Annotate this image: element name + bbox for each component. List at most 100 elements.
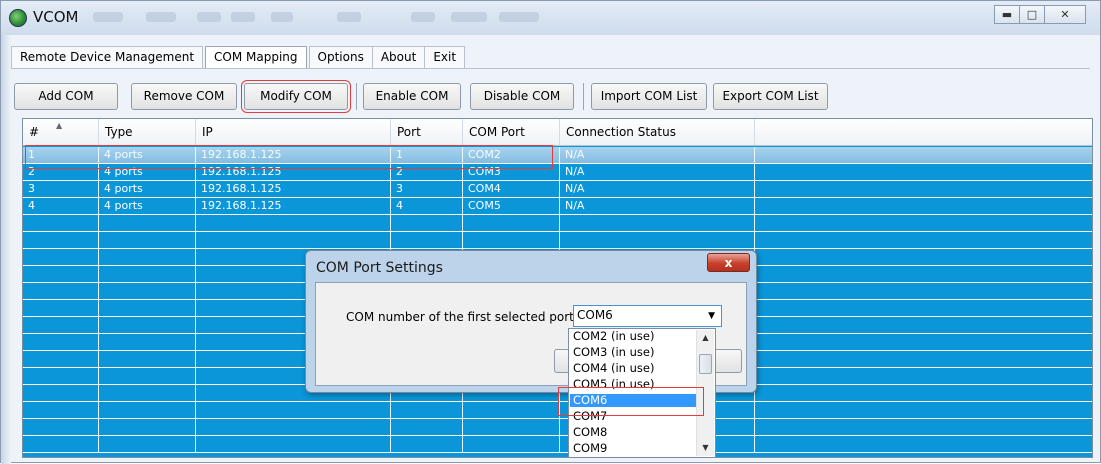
empty-cell <box>23 215 99 231</box>
cell-type: 4 ports <box>99 164 196 180</box>
cell-status: N/A <box>560 147 755 163</box>
com-number-select[interactable]: COM6 ▼ <box>573 305 722 327</box>
empty-cell <box>23 317 99 333</box>
empty-cell <box>755 215 1092 231</box>
cell-com-port: COM5 <box>463 198 560 214</box>
option-com7[interactable]: COM7 <box>570 410 696 423</box>
scroll-down-icon[interactable]: ▼ <box>697 440 714 456</box>
toolbar-separator <box>356 83 357 110</box>
cell-com-port: COM4 <box>463 181 560 197</box>
table-row[interactable]: 3 4 ports 192.168.1.125 3 COM4 N/A <box>23 181 1092 198</box>
close-icon[interactable]: ✕ <box>1044 5 1086 24</box>
tab-com-mapping[interactable]: COM Mapping <box>205 46 307 68</box>
disable-com-button[interactable]: Disable COM <box>470 83 574 110</box>
cell-number: 2 <box>23 164 99 180</box>
empty-cell <box>23 385 99 401</box>
add-com-button[interactable]: Add COM <box>14 83 118 110</box>
empty-cell <box>196 402 391 418</box>
empty-cell <box>196 232 391 248</box>
option-com6[interactable]: COM6 <box>570 394 696 407</box>
empty-cell <box>23 232 99 248</box>
empty-table-row <box>23 402 1092 419</box>
com-number-dropdown-list[interactable]: COM2 (in use) COM3 (in use) COM4 (in use… <box>568 328 716 458</box>
empty-cell <box>196 419 391 435</box>
empty-cell <box>99 385 196 401</box>
sort-ascending-icon: ▲ <box>56 121 63 130</box>
blurred-menu-item <box>146 12 176 22</box>
blurred-menu-item <box>197 12 221 22</box>
cell-status: N/A <box>560 164 755 180</box>
table-row[interactable]: 2 4 ports 192.168.1.125 2 COM3 N/A <box>23 164 1092 181</box>
tab-about[interactable]: About <box>371 46 426 68</box>
minimize-icon[interactable]: ▬ <box>994 5 1020 24</box>
option-com3[interactable]: COM3 (in use) <box>570 346 696 359</box>
empty-cell <box>755 368 1092 384</box>
combo-selected-value: COM6 <box>577 308 613 322</box>
column-header-connection-status[interactable]: Connection Status <box>560 119 755 145</box>
empty-cell <box>463 402 560 418</box>
empty-cell <box>99 232 196 248</box>
dialog-title: COM Port Settings <box>316 260 443 276</box>
option-com4[interactable]: COM4 (in use) <box>570 362 696 375</box>
dialog-close-icon[interactable]: x <box>707 253 750 272</box>
scroll-up-icon[interactable]: ▲ <box>697 330 714 346</box>
cell-ip: 192.168.1.125 <box>196 198 391 214</box>
tab-exit[interactable]: Exit <box>424 46 466 68</box>
option-com2[interactable]: COM2 (in use) <box>570 330 696 343</box>
import-com-list-button[interactable]: Import COM List <box>591 83 707 110</box>
cell-type: 4 ports <box>99 181 196 197</box>
option-com9[interactable]: COM9 <box>570 442 696 455</box>
empty-cell <box>755 266 1092 282</box>
export-com-list-button[interactable]: Export COM List <box>713 83 828 110</box>
cell-status: N/A <box>560 181 755 197</box>
cell-port: 3 <box>391 181 463 197</box>
empty-cell <box>99 300 196 316</box>
empty-cell <box>99 317 196 333</box>
window-controls: ▬ □ ✕ <box>994 5 1086 24</box>
empty-cell <box>463 419 560 435</box>
empty-cell <box>755 283 1092 299</box>
blurred-menu-item <box>451 12 487 22</box>
option-com8[interactable]: COM8 <box>570 426 696 439</box>
empty-cell <box>755 334 1092 350</box>
column-header-type[interactable]: Type <box>99 119 196 145</box>
option-com5[interactable]: COM5 (in use) <box>570 378 696 391</box>
modify-com-button[interactable]: Modify COM <box>241 80 351 113</box>
empty-cell <box>560 232 755 248</box>
empty-cell <box>99 283 196 299</box>
table-row[interactable]: 1 4 ports 192.168.1.125 1 COM2 N/A <box>23 147 1092 164</box>
empty-cell <box>391 436 463 452</box>
tab-bar: Remote Device Management COM Mapping Opt… <box>11 46 466 68</box>
empty-cell <box>463 436 560 452</box>
empty-cell <box>463 232 560 248</box>
blurred-menu-item <box>411 12 435 22</box>
maximize-icon[interactable]: □ <box>1019 5 1045 24</box>
cell-ip: 192.168.1.125 <box>196 147 391 163</box>
empty-table-row <box>23 436 1092 453</box>
cell-ip: 192.168.1.125 <box>196 164 391 180</box>
empty-cell <box>99 334 196 350</box>
title-bar: VCOM ▬ □ ✕ <box>1 1 1100 35</box>
chevron-down-icon[interactable]: ▼ <box>708 311 715 321</box>
vcom-window: VCOM ▬ □ ✕ Remote Device Management COM … <box>0 0 1101 464</box>
empty-cell <box>755 300 1092 316</box>
column-header-com-port[interactable]: COM Port <box>463 119 560 145</box>
cell-com-port: COM3 <box>463 164 560 180</box>
cell-status: N/A <box>560 198 755 214</box>
remove-com-button[interactable]: Remove COM <box>131 83 237 110</box>
empty-cell <box>99 419 196 435</box>
table-row[interactable]: 4 4 ports 192.168.1.125 4 COM5 N/A <box>23 198 1092 215</box>
scroll-thumb[interactable] <box>699 354 712 374</box>
empty-cell <box>755 385 1092 401</box>
cell-port: 2 <box>391 164 463 180</box>
column-header-ip[interactable]: IP <box>196 119 391 145</box>
column-header-port[interactable]: Port <box>391 119 463 145</box>
empty-table-row <box>23 215 1092 232</box>
empty-cell <box>99 351 196 367</box>
enable-com-button[interactable]: Enable COM <box>363 83 461 110</box>
tab-remote-device-management[interactable]: Remote Device Management <box>11 46 204 68</box>
dropdown-scrollbar[interactable]: ▲ ▼ <box>696 330 714 456</box>
empty-cell <box>23 402 99 418</box>
empty-cell <box>391 419 463 435</box>
tab-options[interactable]: Options <box>308 46 373 68</box>
